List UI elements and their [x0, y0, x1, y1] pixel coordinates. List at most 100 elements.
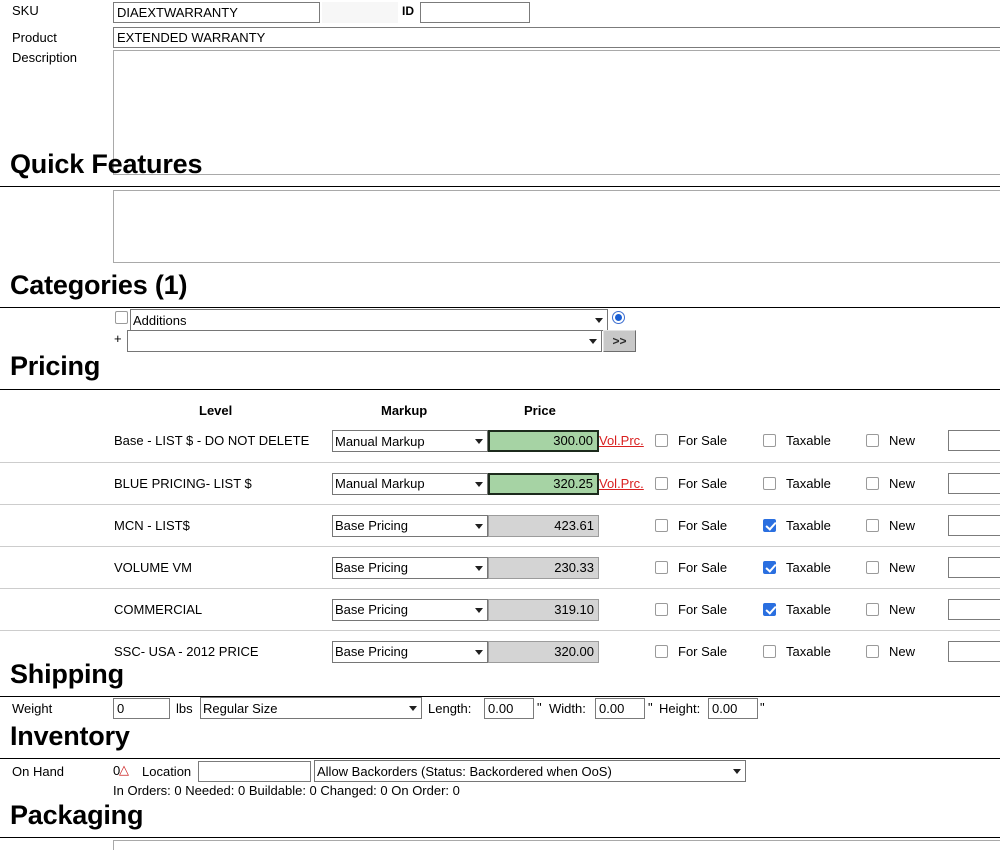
volume-price-link[interactable]: Vol.Prc.	[599, 433, 644, 448]
pricing-level-label: COMMERCIAL	[114, 601, 203, 617]
inventory-section: Inventory	[0, 722, 1000, 759]
price-value[interactable]: 230.33	[488, 556, 599, 579]
product-label: Product	[12, 30, 57, 45]
quick-features-divider	[0, 186, 1000, 187]
taxable-label: Taxable	[786, 559, 831, 575]
taxable-label: Taxable	[786, 517, 831, 533]
markup-select-wrapper[interactable]: Manual Markup	[332, 430, 488, 452]
pricing-column-headers: Level Markup Price	[0, 403, 1000, 420]
on-hand-label: On Hand	[12, 764, 65, 779]
markup-select-wrapper[interactable]: Manual Markup	[332, 472, 488, 495]
weight-input[interactable]	[113, 698, 170, 719]
sku-input[interactable]	[113, 2, 320, 23]
new-checkbox[interactable]	[866, 602, 879, 616]
markup-select[interactable]: Base Pricing	[332, 556, 488, 579]
length-input[interactable]	[484, 698, 534, 719]
markup-select-wrapper[interactable]: Base Pricing	[332, 556, 488, 579]
height-input[interactable]	[708, 698, 758, 719]
category-primary-radio[interactable]	[612, 311, 625, 324]
taxable-checkbox[interactable]	[763, 602, 776, 616]
for-sale-checkbox[interactable]	[655, 644, 668, 658]
taxable-checkbox[interactable]	[763, 434, 776, 447]
packaging-textarea[interactable]	[113, 840, 1000, 850]
new-checkbox[interactable]	[866, 644, 879, 658]
pricing-level-label: SSC- USA - 2012 PRICE	[114, 643, 259, 659]
markup-select-wrapper[interactable]: Base Pricing	[332, 598, 488, 621]
markup-select[interactable]: Manual Markup	[332, 430, 488, 452]
pricing-row: VOLUME VM Base Pricing 230.33 For Sale Taxab…	[0, 546, 1000, 588]
location-input[interactable]	[198, 761, 311, 782]
add-category-select-wrapper[interactable]	[127, 330, 602, 352]
for-sale-checkbox[interactable]	[655, 602, 668, 616]
taxable-checkbox[interactable]	[763, 518, 776, 532]
volume-price-link[interactable]: Vol.Prc.	[599, 476, 644, 491]
markup-select[interactable]: Base Pricing	[332, 514, 488, 537]
for-sale-checkbox[interactable]	[655, 476, 668, 490]
pricing-extra-input[interactable]	[948, 556, 1000, 578]
backorder-policy-select[interactable]: Allow Backorders (Status: Backordered wh…	[314, 760, 746, 782]
add-category-select[interactable]	[127, 330, 602, 352]
id-input[interactable]	[420, 2, 530, 23]
new-checkbox[interactable]	[866, 518, 879, 532]
for-sale-checkbox[interactable]	[655, 518, 668, 532]
price-value[interactable]: 423.61	[488, 514, 599, 537]
pricing-level-label: VOLUME VM	[114, 559, 193, 575]
quick-features-section: Quick Features	[0, 149, 1000, 187]
length-unit-label: "	[537, 700, 542, 715]
sku-spacer	[322, 2, 398, 23]
categories-divider	[0, 307, 1000, 308]
location-label: Location	[142, 764, 192, 779]
category-select[interactable]: Additions	[130, 309, 608, 331]
backorder-select-wrapper[interactable]: Allow Backorders (Status: Backordered wh…	[314, 760, 746, 782]
price-value[interactable]: 320.25	[488, 472, 599, 495]
pricing-heading: Pricing	[10, 351, 101, 381]
length-label: Length:	[428, 701, 472, 716]
size-class-select[interactable]: Regular Size	[200, 697, 422, 719]
new-checkbox[interactable]	[866, 560, 879, 574]
pricing-extra-input[interactable]	[948, 640, 1000, 662]
category-select-checkbox[interactable]	[115, 311, 128, 324]
add-category-go-button[interactable]: >>	[603, 330, 636, 352]
new-label: New	[889, 559, 916, 575]
new-checkbox[interactable]	[866, 434, 879, 447]
for-sale-label: For Sale	[678, 517, 728, 533]
new-label: New	[889, 433, 916, 448]
product-name-input[interactable]	[113, 27, 1000, 48]
size-class-select-wrapper[interactable]: Regular Size	[200, 697, 422, 719]
taxable-label: Taxable	[786, 475, 831, 491]
category-select-wrapper[interactable]: Additions	[130, 309, 608, 331]
taxable-checkbox[interactable]	[763, 560, 776, 574]
taxable-checkbox[interactable]	[763, 644, 776, 658]
new-label: New	[889, 601, 916, 617]
sku-row: SKU ID	[0, 0, 1000, 26]
for-sale-checkbox[interactable]	[655, 434, 668, 447]
pricing-level-label: Base - LIST $ - DO NOT DELETE	[114, 433, 310, 448]
pricing-level-label: MCN - LIST$	[114, 517, 190, 533]
pricing-row: MCN - LIST$ Base Pricing 423.61 For Sale Tax…	[0, 504, 1000, 546]
inventory-divider	[0, 758, 1000, 759]
new-label: New	[889, 475, 916, 491]
column-header-level: Level	[199, 403, 233, 418]
price-value[interactable]: 319.10	[488, 598, 599, 621]
for-sale-checkbox[interactable]	[655, 560, 668, 574]
pricing-extra-input[interactable]	[948, 514, 1000, 536]
description-label: Description	[12, 50, 78, 65]
markup-select[interactable]: Manual Markup	[332, 472, 488, 495]
pricing-extra-input[interactable]	[948, 472, 1000, 494]
inventory-summary: In Orders: 0 Needed: 0 Buildable: 0 Chan…	[113, 783, 460, 798]
add-category-plus-label: +	[114, 331, 122, 346]
quick-features-heading: Quick Features	[10, 149, 203, 179]
pricing-extra-input[interactable]	[948, 430, 1000, 451]
width-input[interactable]	[595, 698, 645, 719]
price-value[interactable]: 300.00	[488, 430, 599, 452]
pricing-extra-input[interactable]	[948, 598, 1000, 620]
markup-select-wrapper[interactable]: Base Pricing	[332, 514, 488, 537]
height-label: Height:	[659, 701, 701, 716]
sku-label: SKU	[12, 3, 39, 18]
for-sale-label: For Sale	[678, 475, 728, 491]
new-checkbox[interactable]	[866, 476, 879, 490]
weight-label: Weight	[12, 701, 53, 716]
quick-features-textarea[interactable]	[113, 190, 1000, 263]
markup-select[interactable]: Base Pricing	[332, 598, 488, 621]
taxable-checkbox[interactable]	[763, 476, 776, 490]
